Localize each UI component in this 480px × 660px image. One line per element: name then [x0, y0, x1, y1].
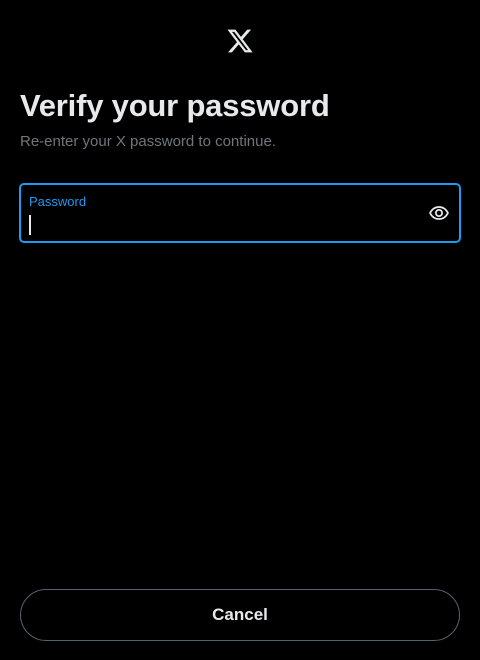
page-subtitle: Re-enter your X password to continue.	[20, 133, 276, 150]
password-field[interactable]: Password	[19, 183, 461, 243]
page-title: Verify your password	[20, 88, 330, 123]
password-label: Password	[29, 194, 87, 209]
x-logo-icon	[226, 26, 254, 56]
cancel-button[interactable]: Cancel	[20, 589, 460, 641]
text-caret	[29, 215, 31, 235]
password-input[interactable]	[27, 213, 411, 237]
eye-icon[interactable]	[428, 202, 450, 224]
